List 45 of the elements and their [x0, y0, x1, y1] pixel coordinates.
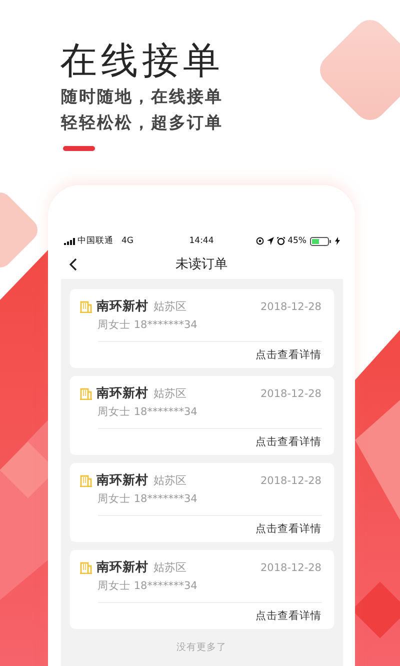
community-name: 南环新村 — [96, 385, 148, 402]
order-card[interactable]: 南环新村 姑苏区 2018-12-28 周女士 18*******34 点击查看详情 — [70, 550, 334, 629]
contact-info: 周女士 18*******34 — [98, 579, 198, 593]
district-label: 姑苏区 — [154, 299, 186, 314]
details-link[interactable]: 点击查看详情 — [256, 609, 322, 623]
order-date: 2018-12-28 — [260, 474, 322, 486]
community-name: 南环新村 — [96, 472, 148, 489]
district-label: 姑苏区 — [154, 386, 186, 401]
status-time: 14:44 — [189, 236, 214, 246]
order-date: 2018-12-28 — [260, 562, 322, 574]
network-label: 4G — [122, 236, 134, 246]
location-icon — [266, 237, 274, 245]
contact-info: 周女士 18*******34 — [98, 405, 198, 419]
order-date: 2018-12-28 — [260, 388, 322, 400]
signal-icon — [64, 238, 74, 244]
subtitle-line: 随时随地，在线接单 — [61, 86, 224, 108]
details-link[interactable]: 点击查看详情 — [256, 348, 322, 362]
district-label: 姑苏区 — [154, 560, 186, 575]
order-card[interactable]: 南环新村 姑苏区 2018-12-28 周女士 18*******34 点击查看详情 — [70, 376, 334, 455]
accent-bar — [63, 146, 95, 151]
back-icon[interactable] — [68, 258, 76, 271]
contact-info: 周女士 18*******34 — [98, 492, 198, 506]
page-title: 未读订单 — [176, 256, 228, 273]
contact-info: 周女士 18*******34 — [98, 318, 198, 332]
district-label: 姑苏区 — [154, 473, 186, 488]
lock-rotation-icon — [256, 237, 264, 245]
order-date: 2018-12-28 — [260, 300, 322, 312]
order-card[interactable]: 南环新村 姑苏区 2018-12-28 周女士 18*******34 点击查看详情 — [70, 289, 334, 368]
community-name: 南环新村 — [96, 298, 148, 315]
subtitle-line: 轻轻松松，超多订单 — [61, 112, 224, 134]
building-icon — [80, 388, 92, 400]
battery-icon — [310, 236, 332, 246]
building-icon — [80, 474, 92, 486]
alarm-icon — [276, 237, 285, 245]
battery-percent: 45% — [288, 236, 306, 246]
no-more-label: 没有更多了 — [176, 641, 226, 654]
community-name: 南环新村 — [96, 559, 148, 576]
building-icon — [80, 562, 92, 574]
details-link[interactable]: 点击查看详情 — [256, 522, 322, 536]
charging-icon — [334, 237, 340, 245]
details-link[interactable]: 点击查看详情 — [256, 435, 322, 449]
headline: 在线接单 — [60, 38, 225, 84]
carrier-label: 中国联通 — [78, 235, 114, 247]
order-card[interactable]: 南环新村 姑苏区 2018-12-28 周女士 18*******34 点击查看详情 — [70, 463, 334, 542]
building-icon — [80, 300, 92, 312]
